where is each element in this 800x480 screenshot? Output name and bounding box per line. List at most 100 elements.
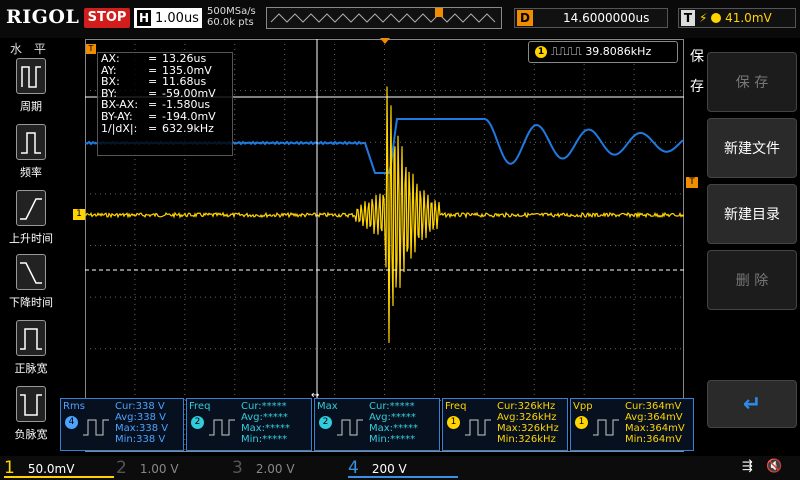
measurement-type-icon bbox=[83, 419, 109, 436]
measurement-avg: Avg:338 V bbox=[115, 412, 166, 423]
measurement-max: Max:***** bbox=[369, 423, 419, 434]
horizontal-icon: H bbox=[137, 10, 151, 26]
measurement-avg: Avg:364mV bbox=[625, 412, 683, 423]
measurement-max: Max:***** bbox=[241, 423, 291, 434]
fall-time-label: 下降时间 bbox=[9, 296, 53, 309]
measurement-channel-badge: 2 bbox=[319, 416, 332, 429]
delay-value: 14.6000000us bbox=[563, 11, 650, 25]
measurement-name: Freq bbox=[189, 401, 211, 412]
measurement-rms-box[interactable]: Rms 4 Cur:338 V Avg:338 V Max:338 V Min:338 V bbox=[60, 398, 184, 451]
channel-scale: 1.00 V bbox=[139, 462, 179, 476]
new-file-button[interactable]: 新建文件 bbox=[707, 118, 797, 178]
delay-icon: D bbox=[517, 10, 533, 26]
channel-scale: 200 V bbox=[371, 462, 407, 476]
measurement-freq-box[interactable]: Freq 2 Cur:***** Avg:***** Max:***** Min:****… bbox=[186, 398, 312, 451]
cursor-value: 13.26us bbox=[162, 52, 207, 65]
rise-time-label: 上升时间 bbox=[9, 232, 53, 245]
measurement-cur: Cur:***** bbox=[369, 401, 415, 412]
channel-scale: 50.0mV bbox=[27, 462, 75, 476]
sample-rate: 500MSa/s bbox=[207, 6, 256, 17]
measurement-min: Min:326kHz bbox=[497, 434, 556, 445]
measure-period-button[interactable]: 周期 bbox=[0, 58, 62, 114]
rise-time-icon bbox=[16, 190, 46, 226]
frequency-icon bbox=[16, 124, 46, 160]
measurement-max-box[interactable]: Max 2 Cur:***** Avg:***** Max:***** Min:***** bbox=[314, 398, 440, 451]
return-button[interactable]: ↵ bbox=[707, 380, 797, 428]
mute-icon: 🔇 bbox=[766, 459, 783, 474]
channel-number: 3 bbox=[232, 458, 243, 478]
trigger-time-marker bbox=[380, 38, 390, 44]
measure-negative-width-button[interactable]: 负脉宽 bbox=[0, 386, 62, 442]
frequency-label: 频率 bbox=[20, 166, 42, 179]
channel-3-indicator[interactable]: 3 2.00 V bbox=[232, 458, 342, 478]
measurement-cur: Cur:338 V bbox=[115, 401, 165, 412]
trigger-position-marker[interactable]: T bbox=[86, 44, 96, 54]
measurement-min: Min:***** bbox=[369, 434, 416, 445]
memory-waveform-icon bbox=[270, 8, 496, 23]
measurement-channel-badge: 2 bbox=[191, 416, 204, 429]
measurement-cur: Cur:326kHz bbox=[497, 401, 556, 412]
square-wave-icon: ⎍⎍⎍⎍ bbox=[551, 45, 582, 58]
cursor-eq: = bbox=[148, 109, 158, 123]
measurement-freq-box[interactable]: Freq 1 Cur:326kHz Avg:326kHz Max:326kHz Min:3… bbox=[442, 398, 568, 451]
measurement-name: Max bbox=[317, 401, 338, 412]
positive-width-label: 正脉宽 bbox=[14, 362, 48, 375]
measurement-avg: Avg:326kHz bbox=[497, 412, 557, 423]
measurement-type-icon bbox=[337, 419, 363, 436]
fall-time-icon bbox=[16, 254, 46, 290]
measurement-max: Max:338 V bbox=[115, 423, 169, 434]
new-folder-button[interactable]: 新建目录 bbox=[707, 184, 797, 244]
negative-width-label: 负脉宽 bbox=[14, 428, 48, 441]
measurement-name: Rms bbox=[63, 401, 85, 412]
measure-frequency-button[interactable]: 频率 bbox=[0, 124, 62, 180]
memory-position-bar[interactable] bbox=[266, 7, 502, 29]
run-stop-status[interactable]: STOP bbox=[84, 8, 130, 28]
timebase-value: 1.00us bbox=[155, 11, 199, 26]
channel-number: 4 bbox=[348, 458, 359, 478]
delay-display[interactable]: D 14.6000000us bbox=[514, 8, 668, 28]
cursor-eq: = bbox=[148, 121, 158, 135]
measurement-channel-badge: 1 bbox=[575, 416, 588, 429]
usb-icon: ⇶ bbox=[742, 459, 753, 474]
measurement-cur: Cur:364mV bbox=[625, 401, 682, 412]
channel-1-indicator[interactable]: 1 50.0mV bbox=[4, 458, 114, 478]
channel-scale: 2.00 V bbox=[255, 462, 295, 476]
timebase-display[interactable]: H 1.00us bbox=[134, 8, 202, 28]
cursor-value: 632.9kHz bbox=[162, 121, 214, 135]
brand-logo: RIGOL bbox=[6, 6, 80, 28]
channel-2-indicator[interactable]: 2 1.00 V bbox=[116, 458, 226, 478]
left-menu-title: 水 平 bbox=[10, 42, 50, 56]
trigger-level-marker[interactable]: T bbox=[686, 177, 698, 188]
cursor-row: AX: = 13.26us bbox=[98, 53, 232, 65]
cursor-readout-panel: AX: = 13.26us AY: = 135.0mV BX: = 11.68us BY: = -59… bbox=[97, 52, 233, 156]
channel-4-indicator[interactable]: 4 200 V bbox=[348, 458, 458, 478]
memory-depth: 60.0k pts bbox=[207, 17, 254, 28]
measurement-avg: Avg:***** bbox=[369, 412, 416, 423]
measurement-max: Max:326kHz bbox=[497, 423, 559, 434]
trigger-edge-icon: ⚡ bbox=[699, 11, 708, 25]
channel-number: 2 bbox=[116, 458, 127, 478]
measure-fall-time-button[interactable]: 下降时间 bbox=[0, 254, 62, 310]
counter-channel-badge: 1 bbox=[535, 46, 547, 58]
period-icon bbox=[16, 58, 46, 94]
measurement-avg: Avg:***** bbox=[241, 412, 288, 423]
channel1-offset-marker[interactable]: 1 bbox=[73, 209, 85, 220]
counter-value: 39.8086kHz bbox=[585, 45, 652, 58]
cursor-key: AX: bbox=[101, 52, 120, 65]
trigger-display[interactable]: T ⚡ 41.0mV bbox=[678, 8, 796, 28]
measurement-min: Min:338 V bbox=[115, 434, 166, 445]
measure-positive-width-button[interactable]: 正脉宽 bbox=[0, 320, 62, 376]
measure-rise-time-button[interactable]: 上升时间 bbox=[0, 190, 62, 246]
cursor-row: 1/|dX|: = 632.9kHz bbox=[98, 121, 232, 135]
frequency-counter: 1 ⎍⎍⎍⎍ 39.8086kHz bbox=[528, 41, 678, 63]
measurement-channel-badge: 4 bbox=[65, 416, 78, 429]
channel1-dot-icon bbox=[711, 13, 722, 23]
measurement-min: Min:***** bbox=[241, 434, 288, 445]
measurement-type-icon bbox=[465, 419, 491, 436]
measurement-vpp-box[interactable]: Vpp 1 Cur:364mV Avg:364mV Max:364mV Min:364mV bbox=[570, 398, 694, 451]
measurement-cur: Cur:***** bbox=[241, 401, 287, 412]
delete-button[interactable]: 删 除 bbox=[707, 250, 797, 310]
measurement-channel-badge: 1 bbox=[447, 416, 460, 429]
save-button[interactable]: 保 存 bbox=[707, 52, 797, 112]
cursor-key: BY-AY: bbox=[101, 109, 133, 123]
